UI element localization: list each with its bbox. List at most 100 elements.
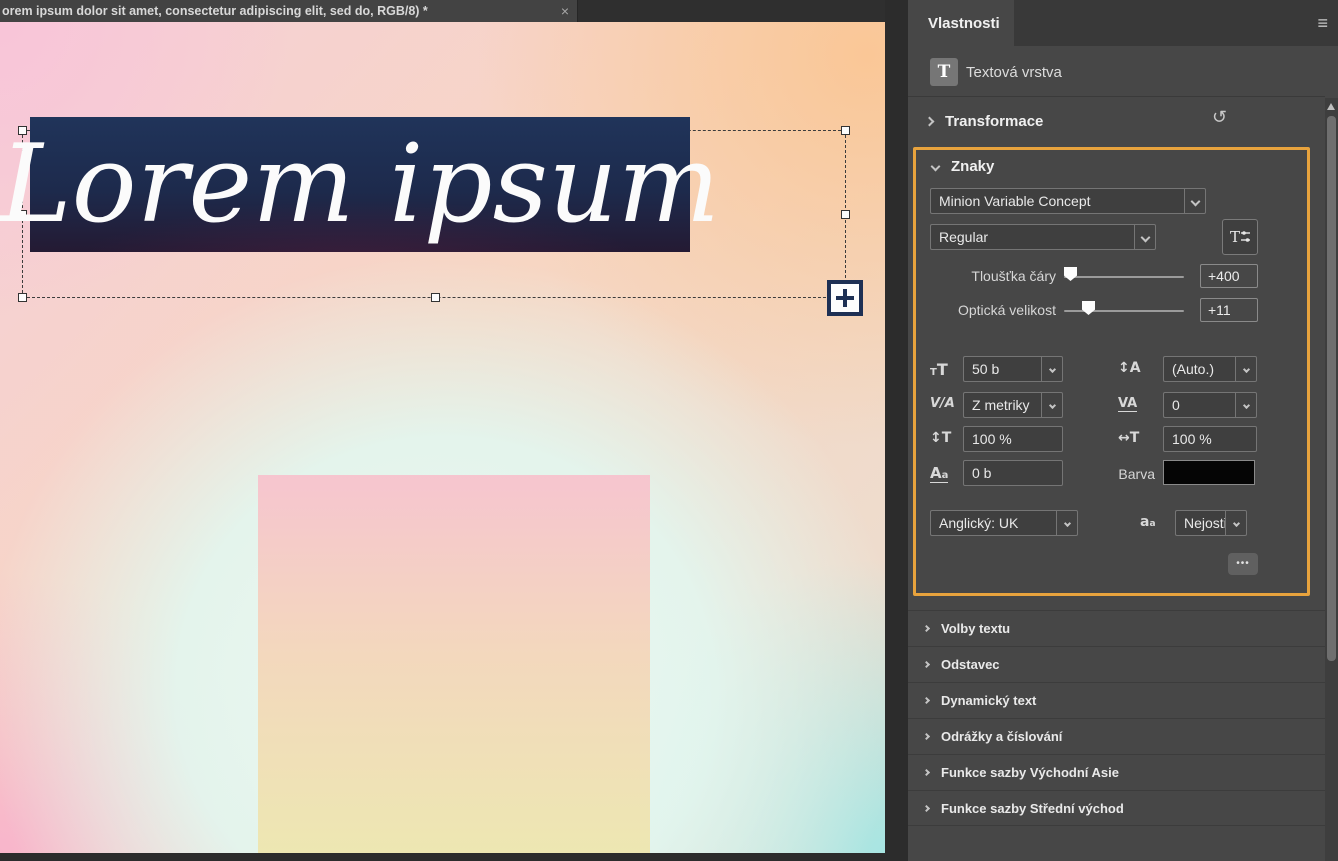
chevron-down-icon[interactable]	[1235, 392, 1257, 418]
color-label: Barva	[1058, 466, 1155, 482]
section-odstavec[interactable]: Odstavec	[908, 646, 1325, 682]
leading-value: (Auto.)	[1163, 356, 1235, 382]
vertical-scale-field[interactable]: 100 %	[963, 426, 1063, 452]
znaky-title: Znaky	[951, 158, 994, 175]
kerning-value: Z metriky	[963, 392, 1041, 418]
section-label: Odrážky a číslování	[941, 729, 1062, 744]
kerning-select[interactable]: Z metriky	[963, 392, 1063, 418]
gradient-rectangle-layer	[258, 475, 650, 853]
section-volby-textu[interactable]: Volby textu	[908, 610, 1325, 646]
section-vychodni-asie[interactable]: Funkce sazby Východní Asie	[908, 754, 1325, 790]
resize-plus-handle[interactable]	[827, 280, 863, 316]
antialias-select[interactable]: Nejostř...	[1175, 510, 1247, 536]
stroke-weight-slider[interactable]	[1064, 276, 1184, 278]
antialias-value: Nejostř...	[1175, 510, 1225, 536]
font-family-value: Minion Variable Concept	[930, 188, 1184, 214]
chevron-down-icon[interactable]	[1041, 392, 1063, 418]
document-tab[interactable]: orem ipsum dolor sit amet, consectetur a…	[0, 0, 578, 22]
chevron-down-icon[interactable]	[1235, 356, 1257, 382]
section-odrazky[interactable]: Odrážky a číslování	[908, 718, 1325, 754]
chevron-right-icon	[925, 117, 935, 127]
baseline-shift-field[interactable]: 0 b	[963, 460, 1063, 486]
chevron-down-icon[interactable]	[1184, 188, 1206, 214]
section-znaky[interactable]: Znaky	[908, 152, 1308, 180]
chevron-right-icon	[923, 769, 930, 776]
optical-size-slider-thumb[interactable]	[1082, 301, 1095, 315]
tab-vlastnosti[interactable]: Vlastnosti	[908, 0, 1014, 46]
optical-size-slider[interactable]	[1064, 310, 1184, 312]
stroke-weight-label: Tloušťka čáry	[928, 268, 1056, 284]
section-dynamicky-text[interactable]: Dynamický text	[908, 682, 1325, 718]
scroll-up-arrow-icon[interactable]	[1327, 103, 1335, 110]
collapsed-sections: Volby textu Odstavec Dynamický text Odrá…	[908, 610, 1325, 826]
tracking-value: 0	[1163, 392, 1235, 418]
properties-panel: Vlastnosti ≡ T Textová vrstva Transforma…	[908, 0, 1338, 861]
leading-select[interactable]: (Auto.)	[1163, 356, 1257, 382]
lorem-text: Lorem ipsum	[0, 117, 720, 252]
vertical-scale-icon: ↕T	[930, 430, 951, 446]
transform-handle-bottom-left[interactable]	[18, 293, 27, 302]
chevron-down-icon[interactable]	[1134, 224, 1156, 250]
layer-type-label: Textová vrstva	[966, 64, 1062, 81]
variable-fonts-button[interactable]: T	[1222, 219, 1258, 255]
variable-fonts-icon: T	[1229, 226, 1251, 248]
reset-transform-icon[interactable]: ↺	[1212, 107, 1227, 128]
transform-handle-middle-right[interactable]	[841, 210, 850, 219]
chevron-down-icon[interactable]	[1056, 510, 1078, 536]
font-family-select[interactable]: Minion Variable Concept	[930, 188, 1206, 214]
panel-menu-icon[interactable]: ≡	[1317, 13, 1328, 34]
transform-handle-bottom-center[interactable]	[431, 293, 440, 302]
tracking-select[interactable]: 0	[1163, 392, 1257, 418]
text-layer-icon: T	[930, 58, 958, 86]
document-title: orem ipsum dolor sit amet, consectetur a…	[0, 4, 553, 18]
transform-handle-top-right[interactable]	[841, 126, 850, 135]
section-label: Funkce sazby Východní Asie	[941, 765, 1119, 780]
chevron-down-icon	[931, 161, 941, 171]
optical-size-value[interactable]: +11	[1200, 298, 1258, 322]
text-color-swatch[interactable]	[1163, 460, 1255, 485]
section-label: Funkce sazby Střední východ	[941, 801, 1124, 816]
chevron-right-icon	[923, 804, 930, 811]
chevron-right-icon	[923, 661, 930, 668]
font-size-select[interactable]: 50 b	[963, 356, 1063, 382]
antialias-icon: aa	[1140, 514, 1156, 530]
transformace-title: Transformace	[945, 113, 1043, 130]
close-icon[interactable]: ×	[553, 3, 577, 19]
tracking-icon: VA	[1118, 396, 1137, 412]
chevron-right-icon	[923, 697, 930, 704]
leading-icon: ↕A	[1118, 360, 1141, 376]
font-size-value: 50 b	[963, 356, 1041, 382]
section-label: Odstavec	[941, 657, 1000, 672]
stroke-weight-value[interactable]: +400	[1200, 264, 1258, 288]
section-stredni-vychod[interactable]: Funkce sazby Střední východ	[908, 790, 1325, 826]
chevron-right-icon	[923, 625, 930, 632]
baseline-shift-icon: Aa	[930, 464, 948, 483]
font-style-value: Regular	[930, 224, 1134, 250]
chevron-right-icon	[923, 733, 930, 740]
tab-vlastnosti-label: Vlastnosti	[928, 15, 1000, 32]
document-tab-bar: orem ipsum dolor sit amet, consectetur a…	[0, 0, 885, 22]
svg-text:T: T	[1230, 228, 1240, 246]
optical-size-label: Optická velikost	[928, 302, 1056, 318]
font-size-icon: TT	[930, 360, 948, 379]
language-select[interactable]: Anglický: UK	[930, 510, 1078, 536]
horizontal-scale-field[interactable]: 100 %	[1163, 426, 1257, 452]
photoshop-app: orem ipsum dolor sit amet, consectetur a…	[0, 0, 1338, 861]
kerning-icon: V/A	[930, 396, 955, 411]
canvas[interactable]: Lorem ipsum	[0, 22, 885, 853]
language-value: Anglický: UK	[930, 510, 1056, 536]
more-options-button[interactable]: •••	[1228, 553, 1258, 575]
section-transformace[interactable]: Transformace ↺	[908, 98, 1325, 145]
horizontal-scale-icon: ↔T	[1118, 430, 1139, 446]
stroke-weight-slider-thumb[interactable]	[1064, 267, 1077, 281]
chevron-down-icon[interactable]	[1225, 510, 1247, 536]
text-layer-banner[interactable]: Lorem ipsum	[30, 117, 690, 252]
panel-scrollbar[interactable]	[1325, 98, 1338, 861]
section-label: Volby textu	[941, 621, 1010, 636]
font-style-select[interactable]: Regular	[930, 224, 1156, 250]
scrollbar-thumb[interactable]	[1327, 116, 1336, 661]
plus-icon	[843, 289, 847, 307]
panel-tab-bar: Vlastnosti ≡	[908, 0, 1338, 46]
chevron-down-icon[interactable]	[1041, 356, 1063, 382]
section-label: Dynamický text	[941, 693, 1036, 708]
